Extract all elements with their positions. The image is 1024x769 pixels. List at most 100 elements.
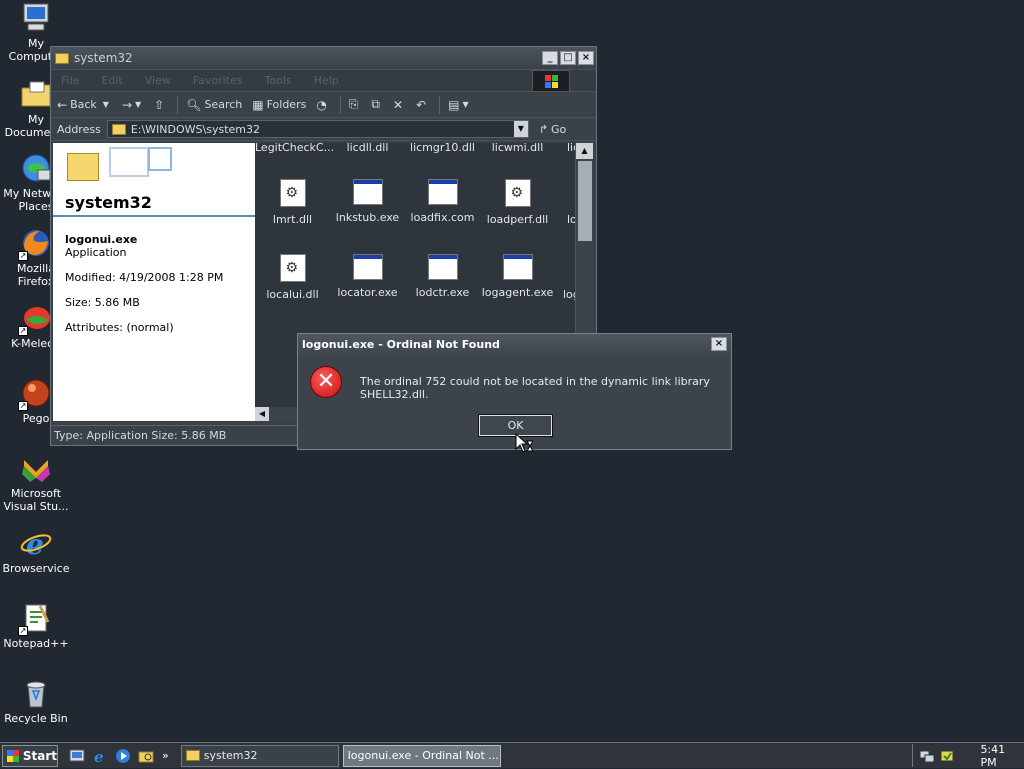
minimize-button[interactable]: _ [542, 51, 558, 65]
forward-button[interactable]: → ▼ [122, 98, 144, 112]
start-button[interactable]: Start [2, 744, 58, 767]
file-item-loadfix[interactable]: loadfix.com [405, 179, 480, 224]
folders-button[interactable]: ▦ Folders [252, 98, 306, 112]
menu-edit[interactable]: Edit [101, 74, 122, 87]
selected-file-type: Application [65, 246, 127, 259]
copy-to-button[interactable]: ⧉ [371, 97, 383, 112]
file-item-locator[interactable]: locator.exe [330, 254, 405, 299]
menu-help[interactable]: Help [314, 74, 339, 87]
file-item[interactable]: LegitCheckC... [255, 143, 334, 154]
search-label: Search [204, 98, 243, 111]
clock[interactable]: 5:41 PM [980, 743, 1024, 769]
search-button[interactable]: 🔍︎ Search [186, 98, 242, 112]
exe-file-icon [427, 254, 458, 280]
file-item-lmrt[interactable]: lmrt.dll [255, 179, 330, 226]
address-input[interactable]: E:\WINDOWS\system32 ▼ [106, 120, 529, 138]
file-item-logagent[interactable]: logagent.exe [480, 254, 555, 299]
file-item-lodctr[interactable]: lodctr.exe [405, 254, 480, 299]
file-details: logonui.exe Application Modified: 4/19/2… [53, 217, 255, 362]
go-label: Go [551, 122, 567, 136]
desktop-icon-browservice[interactable]: e Browservice [0, 527, 72, 575]
scroll-thumb[interactable] [578, 161, 592, 241]
exe-file-icon [502, 254, 533, 280]
up-folder-button[interactable]: ⇧ [154, 98, 167, 112]
show-desktop-icon[interactable] [68, 747, 86, 765]
scroll-up-icon[interactable]: ▲ [576, 143, 593, 159]
up-folder-icon: ⇧ [154, 97, 165, 112]
file-name: licdll.dll [346, 143, 389, 154]
network-tray-icon[interactable] [919, 749, 935, 763]
file-name: logagent.exe [481, 286, 554, 299]
menu-view[interactable]: View [145, 74, 171, 87]
dialog-titlebar[interactable]: logonui.exe - Ordinal Not Found × [298, 334, 731, 354]
file-item[interactable]: licmgr10.dll [405, 143, 480, 154]
svg-text:e: e [26, 528, 44, 559]
chevron-down-icon: ▼ [102, 100, 109, 109]
browser-icon: e [20, 527, 52, 561]
file-item-loadperf[interactable]: loadperf.dll [480, 179, 555, 226]
file-item-localui[interactable]: localui.dll [255, 254, 330, 301]
windows-flag-icon [7, 749, 19, 762]
file-size: Size: 5.86 MB [65, 296, 140, 309]
file-item[interactable]: licwmi.dll [480, 143, 555, 154]
search-icon: 🔍︎ [186, 97, 202, 112]
maximize-button[interactable]: □ [560, 51, 576, 65]
toolbar-separator [339, 95, 341, 114]
dialog-title: logonui.exe - Ordinal Not Found [302, 337, 500, 351]
task-pane-title: system32 [65, 193, 152, 212]
internet-explorer-icon[interactable]: e [91, 747, 109, 765]
chevron-down-icon: ▼ [462, 100, 469, 109]
close-button[interactable]: × [578, 51, 594, 65]
windows-logo-icon [532, 70, 570, 92]
window-title: system32 [74, 51, 133, 65]
menu-tools[interactable]: Tools [265, 74, 292, 87]
file-item-lnkstub[interactable]: lnkstub.exe [330, 179, 405, 224]
file-item[interactable]: log [555, 254, 575, 301]
file-name: log [563, 288, 575, 301]
exe-file-icon [427, 179, 458, 205]
delete-button[interactable]: ✕ [393, 98, 406, 112]
large-folder-icon [67, 153, 99, 181]
dialog-close-button[interactable]: × [711, 337, 727, 351]
desktop-icon-label: Microsoft Visual Stu... [3, 487, 69, 513]
task-label: system32 [203, 749, 258, 762]
security-tray-icon[interactable] [939, 749, 955, 763]
desktop-icon-visual-studio[interactable]: Microsoft Visual Stu... [0, 452, 72, 513]
history-button[interactable]: ◔ [316, 98, 329, 112]
menu-file[interactable]: File [61, 74, 79, 87]
scroll-left-icon[interactable]: ◀ [255, 407, 269, 421]
taskbar-item-logonui[interactable]: logonui.exe - Ordinal Not ... [342, 744, 501, 767]
menu-favorites[interactable]: Favorites [193, 74, 243, 87]
task-label: logonui.exe - Ordinal Not ... [347, 749, 499, 762]
recycle-bin-icon [20, 677, 52, 709]
media-player-icon[interactable] [114, 747, 132, 765]
file-name: licwmi.dll [491, 143, 544, 154]
file-name: localui.dll [266, 288, 319, 301]
task-pane-header: system32 [53, 143, 255, 217]
dll-file-icon [504, 179, 531, 207]
quick-launch-more[interactable]: » [162, 749, 169, 762]
move-to-button[interactable]: ⎘ [349, 97, 362, 112]
file-icon-clipped [563, 254, 575, 282]
desktop-icon-notepadpp[interactable]: ↗ Notepad++ [0, 602, 72, 650]
explorer-titlebar[interactable]: system32 _ □ × [51, 47, 596, 69]
folder-icon [185, 750, 200, 761]
file-icon-clipped [567, 179, 575, 207]
desktop-icon-recycle-bin[interactable]: Recycle Bin [0, 677, 72, 725]
file-item[interactable]: lic [555, 143, 575, 154]
file-name: locator.exe [337, 286, 398, 299]
file-item[interactable]: lo [555, 179, 575, 226]
file-name: licmgr10.dll [410, 143, 475, 154]
file-item[interactable]: licdll.dll [330, 143, 405, 154]
address-dropdown-button[interactable]: ▼ [513, 121, 528, 137]
taskbar-item-system32[interactable]: system32 [180, 744, 339, 767]
firefox-icon: ↗ [18, 227, 52, 261]
views-button[interactable]: ▤ ▼ [448, 98, 472, 112]
dll-file-icon [279, 179, 306, 207]
go-button[interactable]: ↱ Go [539, 123, 566, 136]
address-label: Address [57, 122, 101, 136]
decorative-frame [109, 147, 149, 177]
undo-button[interactable]: ↶ [416, 98, 429, 112]
explorer-icon[interactable] [137, 747, 155, 765]
back-button[interactable]: ← Back ▼ [57, 98, 112, 112]
